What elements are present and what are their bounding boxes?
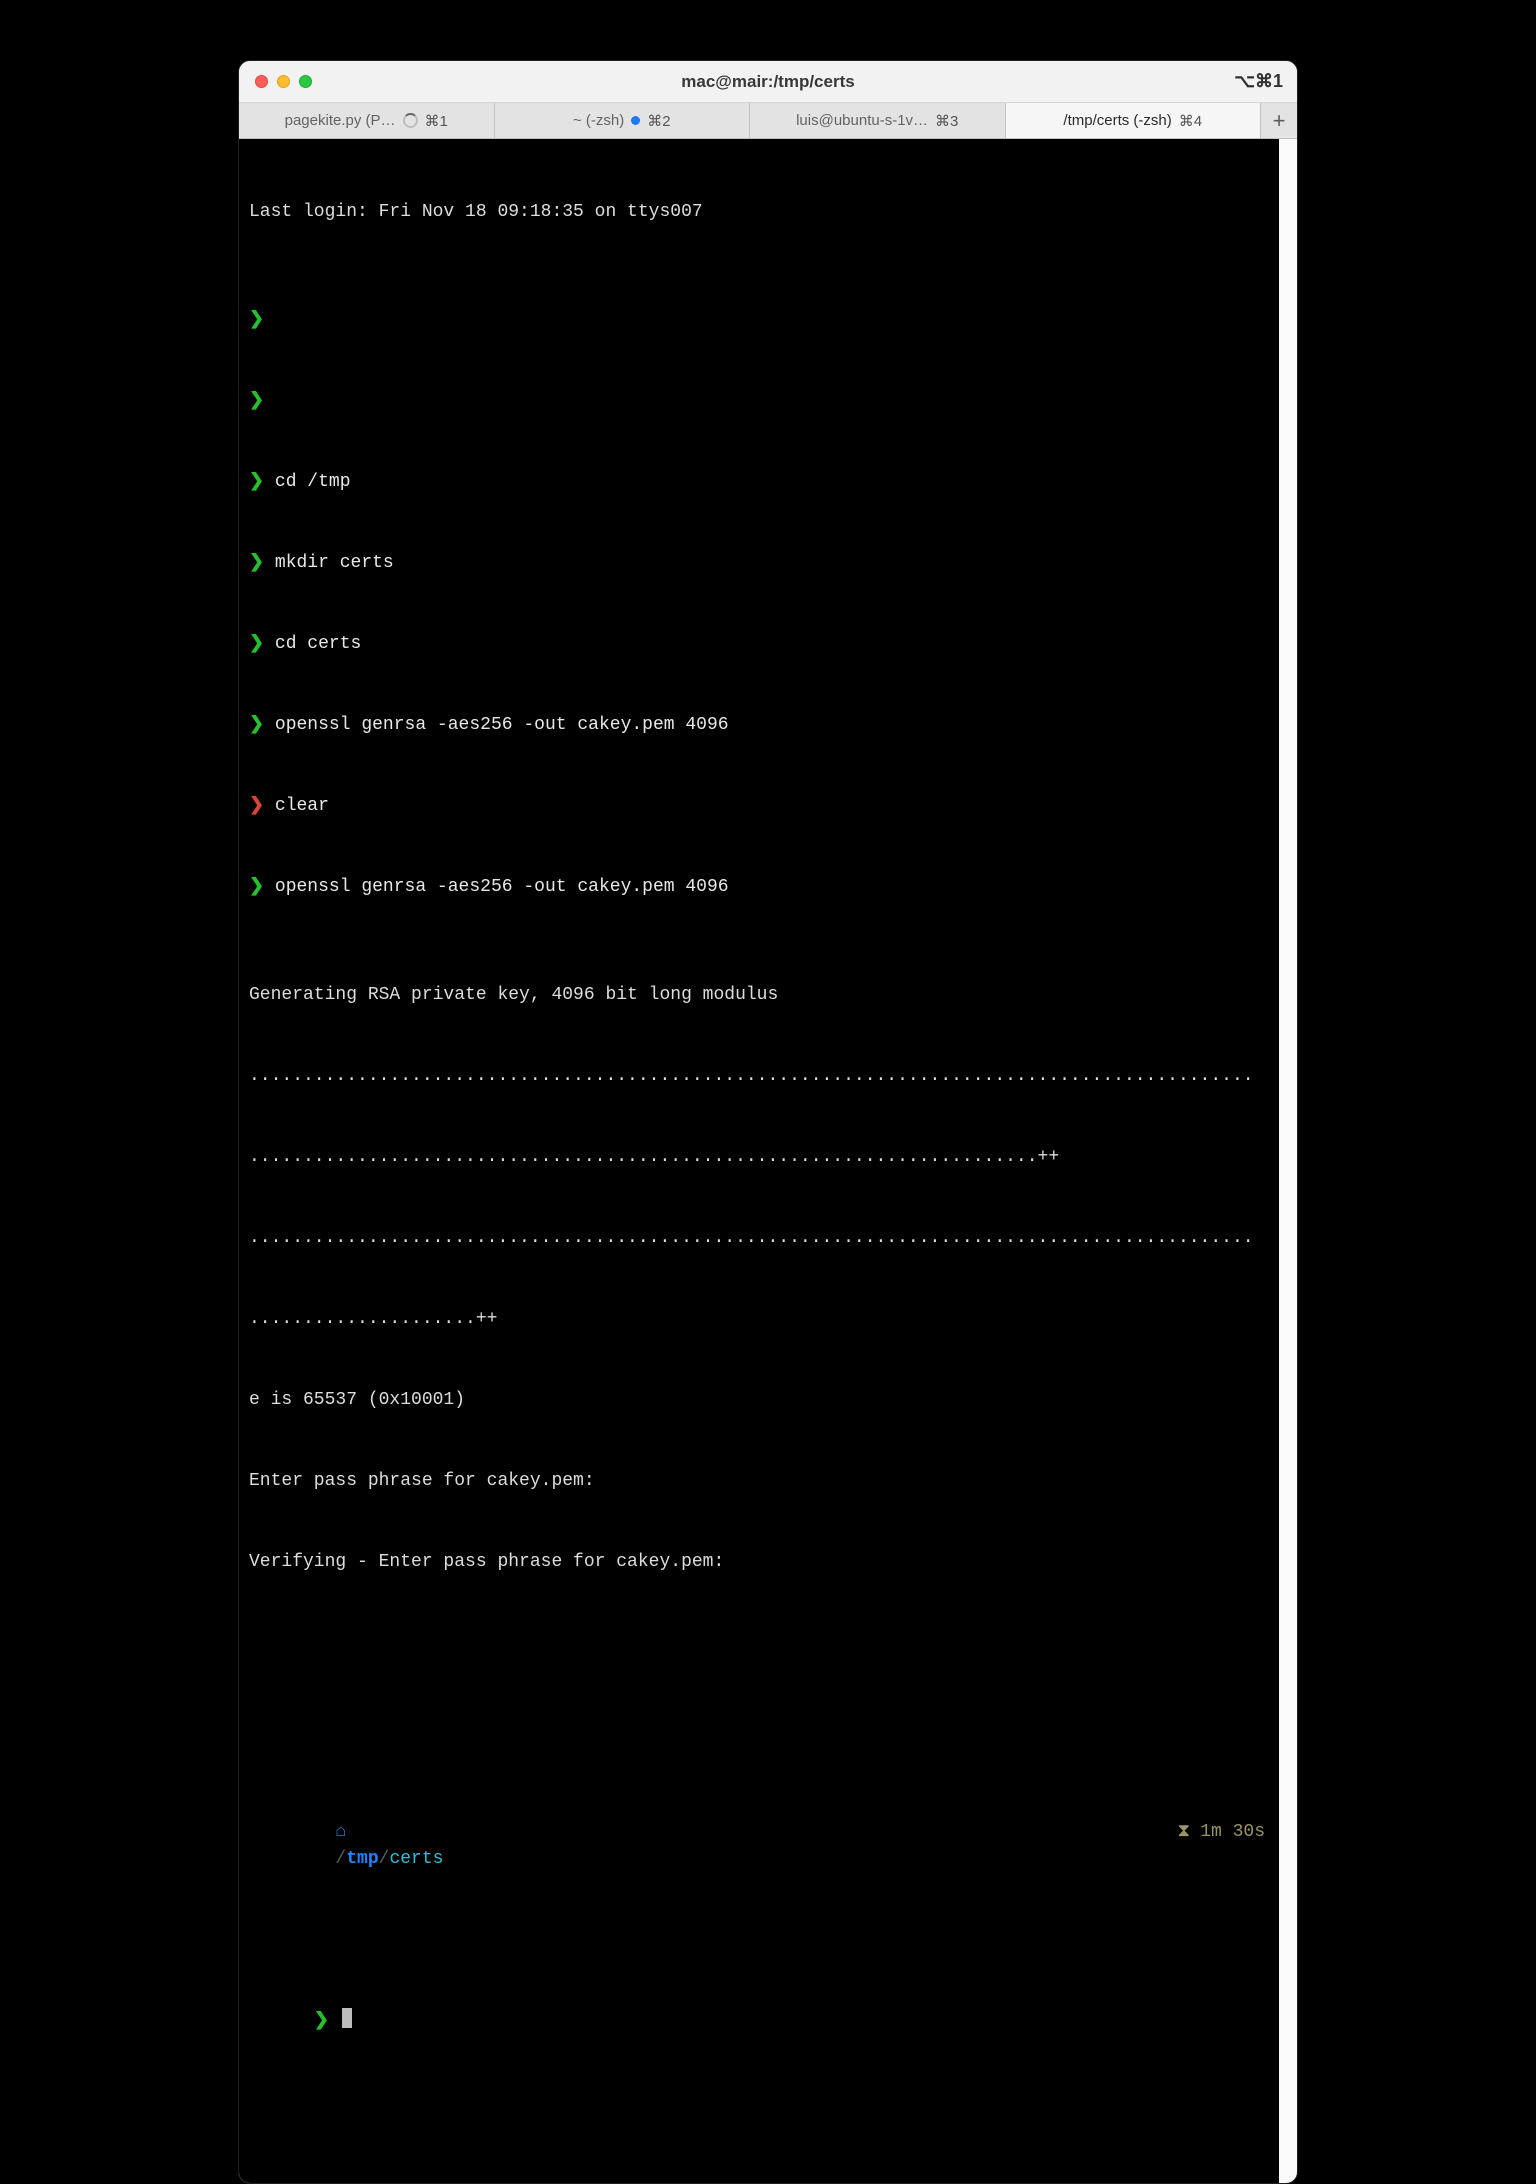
tab-shortcut: ⌘3 xyxy=(935,112,958,130)
cwd-line: ⌂ /tmp/certs ⧗ 1m 30s xyxy=(249,1765,1269,1900)
prompt-symbol: ❯ xyxy=(249,310,264,330)
prompt-symbol: ❯ xyxy=(249,796,264,816)
path-sep: / xyxy=(379,1849,390,1869)
window-title: mac@mair:/tmp/certs xyxy=(239,72,1297,92)
current-prompt-line: ❯ xyxy=(249,1981,1269,2062)
prompt-line: ❯ openssl genrsa -aes256 -out cakey.pem … xyxy=(249,712,1269,739)
prompt-symbol: ❯ xyxy=(249,472,264,492)
path-segment: certs xyxy=(389,1849,443,1869)
window-shortcut-text: ⌥⌘1 xyxy=(1234,71,1283,92)
prompt-line: ❯ mkdir certs xyxy=(249,550,1269,577)
terminal-window: mac@mair:/tmp/certs ⌥⌘1 pagekite.py (P… … xyxy=(238,60,1298,2184)
output-line: e is 65537 (0x10001) xyxy=(249,1387,1269,1414)
tab-shortcut: ⌘2 xyxy=(647,112,670,130)
timer-text: 1m 30s xyxy=(1200,1819,1265,1846)
new-tab-button[interactable]: + xyxy=(1261,103,1297,138)
window-shortcut-badge: ⌥⌘1 xyxy=(1234,71,1283,92)
close-button[interactable] xyxy=(255,75,268,88)
terminal-content[interactable]: Last login: Fri Nov 18 09:18:35 on ttys0… xyxy=(239,139,1297,2183)
titlebar: mac@mair:/tmp/certs ⌥⌘1 xyxy=(239,61,1297,103)
prompt-line: ❯ cd /tmp xyxy=(249,469,1269,496)
command-text: openssl genrsa -aes256 -out cakey.pem 40… xyxy=(275,877,729,897)
spinner-icon xyxy=(403,113,418,128)
output-line: Verifying - Enter pass phrase for cakey.… xyxy=(249,1549,1269,1576)
folder-icon: ⌂ xyxy=(335,1822,346,1842)
command-text: clear xyxy=(275,796,329,816)
activity-dot-icon xyxy=(631,116,640,125)
tab-shortcut: ⌘1 xyxy=(425,112,448,130)
tab-4[interactable]: /tmp/certs (-zsh) ⌘4 xyxy=(1006,103,1262,138)
tab-3[interactable]: luis@ubuntu-s-1v… ⌘3 xyxy=(750,103,1006,138)
last-login-line: Last login: Fri Nov 18 09:18:35 on ttys0… xyxy=(249,199,1269,226)
blank-line xyxy=(249,1657,1269,1684)
output-line: Enter pass phrase for cakey.pem: xyxy=(249,1468,1269,1495)
path-prefix: / xyxy=(335,1849,346,1869)
cursor-icon xyxy=(342,2008,352,2028)
output-line: ........................................… xyxy=(249,1144,1269,1171)
output-line: ........................................… xyxy=(249,1063,1269,1090)
traffic-lights xyxy=(239,75,312,88)
command-timer: ⧗ 1m 30s xyxy=(1178,1819,1269,1846)
hourglass-icon: ⧗ xyxy=(1178,1819,1191,1846)
command-text: cd /tmp xyxy=(275,472,351,492)
command-text: cd certs xyxy=(275,634,361,654)
prompt-symbol: ❯ xyxy=(249,634,264,654)
tab-bar: pagekite.py (P… ⌘1 ~ (-zsh) ⌘2 luis@ubun… xyxy=(239,103,1297,139)
tab-shortcut: ⌘4 xyxy=(1179,112,1202,130)
tab-1[interactable]: pagekite.py (P… ⌘1 xyxy=(239,103,495,138)
command-text: mkdir certs xyxy=(275,553,394,573)
prompt-symbol: ❯ xyxy=(249,877,264,897)
prompt-line: ❯ xyxy=(249,388,1269,415)
prompt-symbol: ❯ xyxy=(249,553,264,573)
command-text: openssl genrsa -aes256 -out cakey.pem 40… xyxy=(275,715,729,735)
plus-icon: + xyxy=(1273,108,1286,134)
prompt-line: ❯ cd certs xyxy=(249,631,1269,658)
prompt-line: ❯ clear xyxy=(249,793,1269,820)
prompt-symbol: ❯ xyxy=(249,715,264,735)
output-line: Generating RSA private key, 4096 bit lon… xyxy=(249,982,1269,1009)
tab-label: /tmp/certs (-zsh) xyxy=(1063,112,1171,129)
prompt-symbol: ❯ xyxy=(314,2011,329,2031)
tab-label: pagekite.py (P… xyxy=(285,112,396,129)
minimize-button[interactable] xyxy=(277,75,290,88)
prompt-symbol: ❯ xyxy=(249,391,264,411)
tab-label: luis@ubuntu-s-1v… xyxy=(796,112,928,129)
output-line: ........................................… xyxy=(249,1225,1269,1252)
prompt-line: ❯ xyxy=(249,307,1269,334)
path-segment: tmp xyxy=(346,1849,378,1869)
tab-2[interactable]: ~ (-zsh) ⌘2 xyxy=(495,103,751,138)
zoom-button[interactable] xyxy=(299,75,312,88)
prompt-line: ❯ openssl genrsa -aes256 -out cakey.pem … xyxy=(249,874,1269,901)
output-line: .....................++ xyxy=(249,1306,1269,1333)
tab-label: ~ (-zsh) xyxy=(573,112,624,129)
